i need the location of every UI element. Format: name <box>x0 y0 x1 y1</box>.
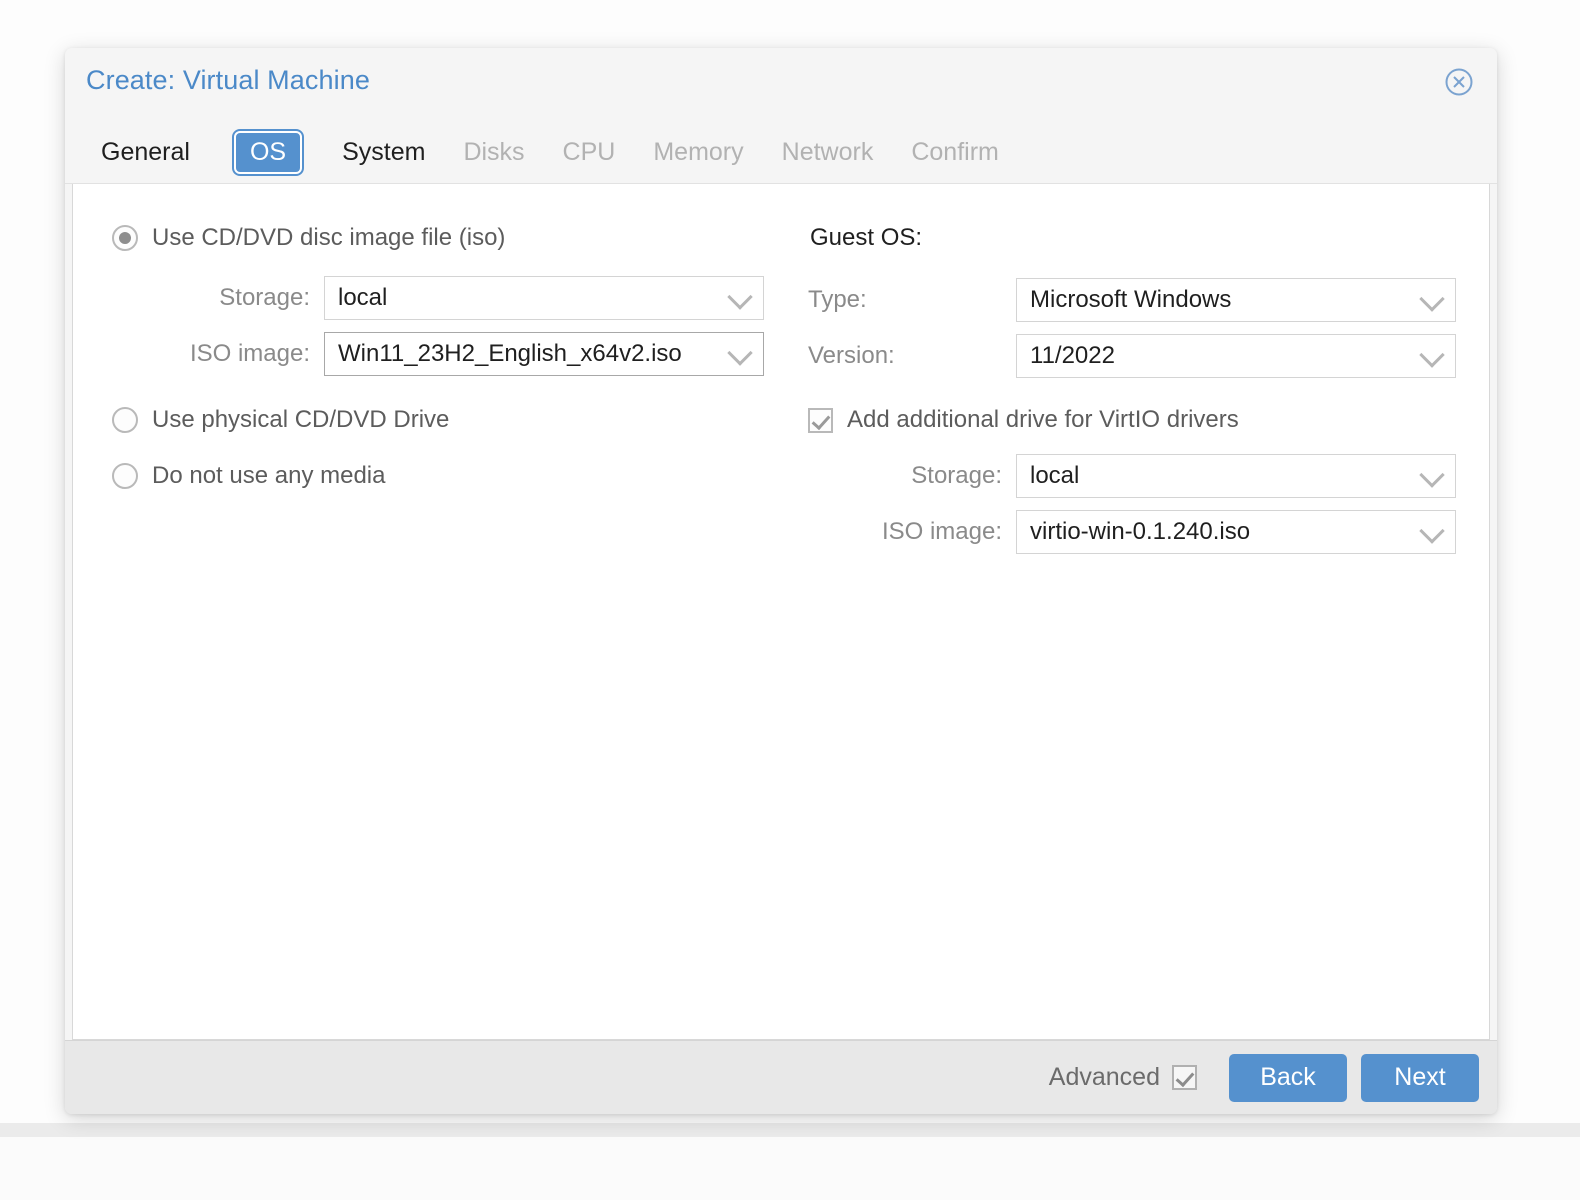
chevron-down-icon <box>1419 286 1445 312</box>
radio-use-iso-file[interactable]: Use CD/DVD disc image file (iso) <box>112 218 796 258</box>
tab-memory: Memory <box>653 138 744 166</box>
tab-os[interactable]: OS <box>233 131 303 174</box>
chevron-down-icon <box>1419 342 1445 368</box>
radio-use-physical-drive[interactable]: Use physical CD/DVD Drive <box>112 400 796 440</box>
tab-network: Network <box>781 138 874 166</box>
radio-label-use-iso-file: Use CD/DVD disc image file (iso) <box>152 224 506 251</box>
advanced-label: Advanced <box>1048 1063 1160 1091</box>
back-button[interactable]: Back <box>1229 1053 1347 1102</box>
chevron-down-icon <box>727 340 753 366</box>
label-os-type: Type: <box>808 286 867 313</box>
value-os-version: 11/2022 <box>1030 342 1115 369</box>
select-os-type[interactable]: Microsoft Windows <box>1016 278 1456 322</box>
select-virtio-iso[interactable]: virtio-win-0.1.240.iso <box>1016 510 1456 554</box>
value-iso-image: Win11_23H2_English_x64v2.iso <box>338 340 682 367</box>
create-vm-dialog: Create: Virtual Machine General OS Syste… <box>65 48 1497 1114</box>
checkbox-icon-checked <box>808 407 833 433</box>
value-virtio-iso: virtio-win-0.1.240.iso <box>1030 518 1251 545</box>
value-virtio-storage: local <box>1030 462 1080 489</box>
guest-os-column: Guest OS: Type: Microsoft Windows Versio… <box>796 218 1489 1039</box>
radio-icon-selected <box>112 225 138 251</box>
tab-confirm: Confirm <box>911 138 999 166</box>
tab-general[interactable]: General <box>101 140 190 165</box>
field-virtio-iso: ISO image: virtio-win-0.1.240.iso <box>804 510 1489 554</box>
value-iso-storage: local <box>338 284 388 311</box>
chevron-down-icon <box>727 284 753 310</box>
checkbox-add-virtio-drive[interactable]: Add additional drive for VirtIO drivers <box>808 400 1489 440</box>
tab-disks: Disks <box>463 138 525 166</box>
dialog-header: Create: Virtual Machine <box>65 48 1497 122</box>
guest-os-heading: Guest OS: <box>810 224 923 251</box>
radio-icon-unselected <box>112 463 138 489</box>
chevron-down-icon <box>1419 462 1445 488</box>
tab-system[interactable]: System <box>342 140 425 165</box>
field-virtio-storage: Storage: local <box>804 454 1489 498</box>
field-os-type: Type: Microsoft Windows <box>804 278 1489 322</box>
label-virtio-iso: ISO image: <box>881 518 1002 545</box>
wizard-tabbar: General OS System Disks CPU Memory Netwo… <box>65 122 1497 184</box>
radio-label-no-media: Do not use any media <box>152 462 386 489</box>
label-virtio-storage: Storage: <box>911 462 1002 489</box>
select-iso-storage[interactable]: local <box>324 276 764 320</box>
field-os-version: Version: 11/2022 <box>804 334 1489 378</box>
dialog-footer: Advanced Back Next <box>65 1040 1497 1114</box>
background-band-lower <box>0 1137 1580 1200</box>
close-icon[interactable] <box>1443 66 1475 98</box>
select-os-version[interactable]: 11/2022 <box>1016 334 1456 378</box>
checkbox-advanced[interactable] <box>1172 1065 1197 1090</box>
value-os-type: Microsoft Windows <box>1030 286 1232 313</box>
media-source-column: Use CD/DVD disc image file (iso) Storage… <box>73 218 796 1039</box>
radio-label-use-physical-drive: Use physical CD/DVD Drive <box>152 406 450 433</box>
next-button[interactable]: Next <box>1361 1053 1479 1102</box>
label-iso-image: ISO image: <box>189 340 310 367</box>
radio-icon-unselected <box>112 407 138 433</box>
chevron-down-icon <box>1419 518 1445 544</box>
radio-no-media[interactable]: Do not use any media <box>112 456 796 496</box>
field-iso-storage: Storage: local <box>112 276 796 320</box>
field-iso-image: ISO image: Win11_23H2_English_x64v2.iso <box>112 332 796 376</box>
os-step-panel: Use CD/DVD disc image file (iso) Storage… <box>72 184 1490 1040</box>
select-virtio-storage[interactable]: local <box>1016 454 1456 498</box>
label-os-version: Version: <box>808 342 895 369</box>
select-iso-image[interactable]: Win11_23H2_English_x64v2.iso <box>324 332 764 376</box>
label-add-virtio-drive: Add additional drive for VirtIO drivers <box>847 406 1239 433</box>
label-iso-storage: Storage: <box>219 284 310 311</box>
background-band <box>0 1123 1580 1137</box>
dialog-body: Use CD/DVD disc image file (iso) Storage… <box>65 184 1497 1040</box>
dialog-title: Create: Virtual Machine <box>86 65 370 95</box>
tab-cpu: CPU <box>562 138 616 166</box>
